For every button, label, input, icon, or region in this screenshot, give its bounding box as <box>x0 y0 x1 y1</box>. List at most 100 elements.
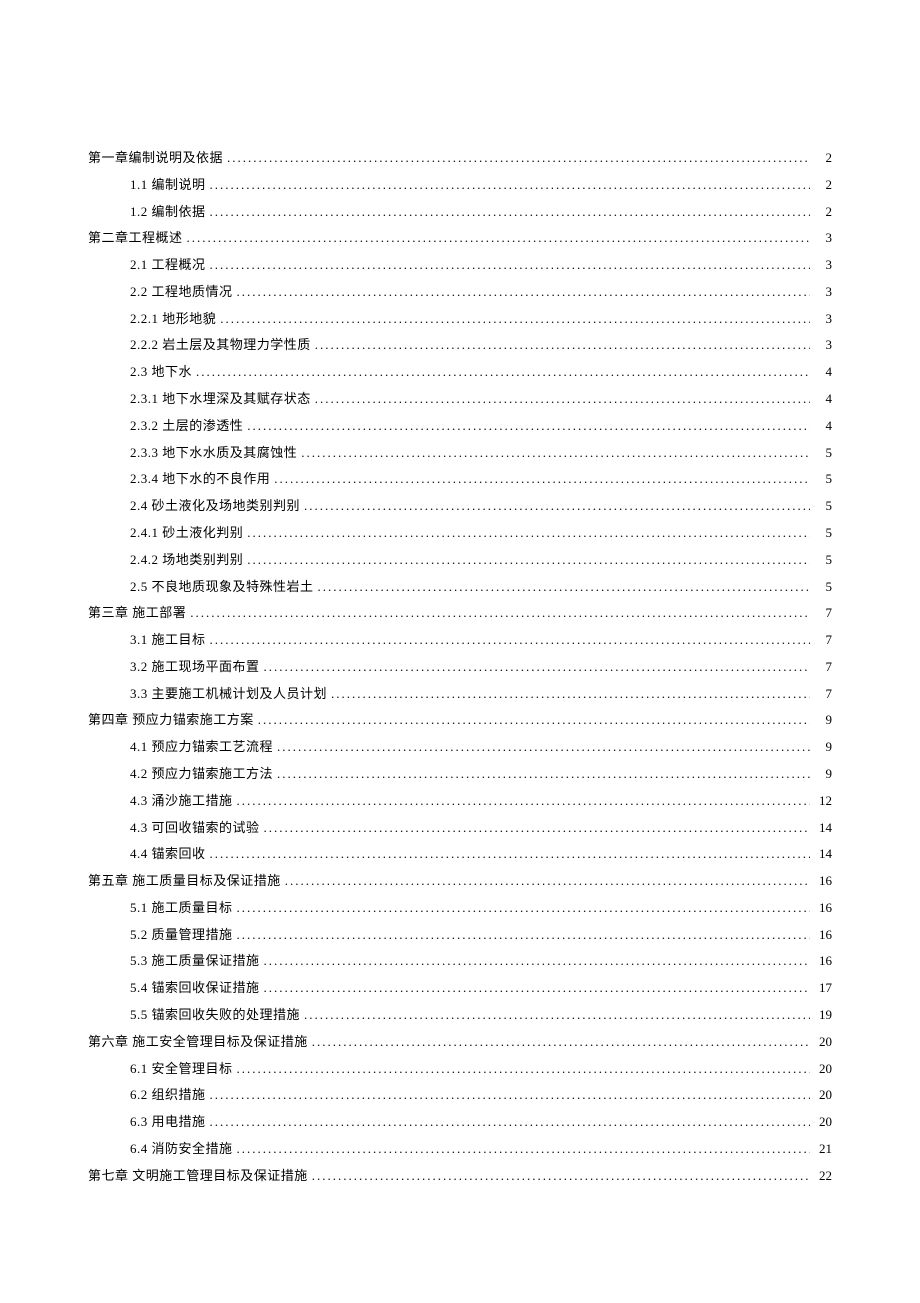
toc-entry-title: 2.4.2 场地类别判别 <box>130 552 243 568</box>
toc-leader-dots <box>237 900 810 916</box>
toc-entry: 5.4 锚索回收保证措施 17 <box>88 980 832 996</box>
toc-entry: 2.4.1 砂土液化判别 5 <box>88 525 832 541</box>
toc-entry-title: 1.2 编制依据 <box>130 204 206 220</box>
toc-leader-dots <box>210 846 810 862</box>
toc-entry-title: 5.4 锚索回收保证措施 <box>130 980 260 996</box>
toc-leader-dots <box>318 579 810 595</box>
toc-entry-title: 第三章 施工部署 <box>88 605 186 621</box>
toc-entry-title: 6.3 用电措施 <box>130 1114 206 1130</box>
toc-leader-dots <box>210 632 810 648</box>
toc-entry-page: 9 <box>814 766 832 782</box>
toc-entry-page: 16 <box>814 900 832 916</box>
toc-leader-dots <box>237 1061 810 1077</box>
toc-entry: 2.1 工程概况 3 <box>88 257 832 273</box>
toc-leader-dots <box>237 793 810 809</box>
toc-entry-page: 22 <box>814 1168 832 1184</box>
toc-entry-page: 17 <box>814 980 832 996</box>
toc-entry-page: 5 <box>814 498 832 514</box>
toc-entry-page: 3 <box>814 311 832 327</box>
toc-entry-page: 14 <box>814 846 832 862</box>
toc-entry-page: 5 <box>814 525 832 541</box>
toc-leader-dots <box>274 471 810 487</box>
toc-entry-page: 2 <box>814 177 832 193</box>
toc-entry-title: 5.2 质量管理措施 <box>130 927 233 943</box>
toc-entry: 第二章工程概述3 <box>88 230 832 246</box>
toc-entry: 4.3 涌沙施工措施12 <box>88 793 832 809</box>
toc-entry-title: 第七章 文明施工管理目标及保证措施 <box>88 1168 308 1184</box>
toc-entry: 5.2 质量管理措施 16 <box>88 927 832 943</box>
toc-entry-title: 3.1 施工目标 <box>130 632 206 648</box>
toc-entry-title: 6.1 安全管理目标 <box>130 1061 233 1077</box>
toc-entry-page: 16 <box>814 953 832 969</box>
toc-entry-title: 2.3.1 地下水埋深及其赋存状态 <box>130 391 311 407</box>
toc-entry-page: 7 <box>814 659 832 675</box>
toc-entry: 2.2.2 岩土层及其物理力学性质 3 <box>88 337 832 353</box>
toc-entry-title: 1.1 编制说明 <box>130 177 206 193</box>
toc-leader-dots <box>247 418 810 434</box>
toc-entry-title: 3.2 施工现场平面布置 <box>130 659 260 675</box>
toc-entry-page: 3 <box>814 257 832 273</box>
toc-leader-dots <box>312 1034 810 1050</box>
toc-entry: 第七章 文明施工管理目标及保证措施 22 <box>88 1168 832 1184</box>
toc-entry: 2.3.2 土层的渗透性 4 <box>88 418 832 434</box>
toc-entry: 6.3 用电措施20 <box>88 1114 832 1130</box>
toc-leader-dots <box>258 712 810 728</box>
toc-entry: 6.1 安全管理目标 20 <box>88 1061 832 1077</box>
toc-entry-title: 2.1 工程概况 <box>130 257 206 273</box>
toc-leader-dots <box>210 257 810 273</box>
toc-entry-page: 5 <box>814 579 832 595</box>
toc-entry-page: 3 <box>814 284 832 300</box>
toc-entry-title: 第六章 施工安全管理目标及保证措施 <box>88 1034 308 1050</box>
toc-leader-dots <box>277 766 810 782</box>
toc-leader-dots <box>210 1114 810 1130</box>
toc-entry-page: 9 <box>814 739 832 755</box>
table-of-contents: 第一章编制说明及依据 2 1.1 编制说明 2 1.2 编制依据2 第二章工程概述3 2.1… <box>88 150 832 1183</box>
toc-entry: 2.3 地下水4 <box>88 364 832 380</box>
toc-leader-dots <box>264 980 810 996</box>
toc-entry-page: 16 <box>814 927 832 943</box>
toc-entry-page: 19 <box>814 1007 832 1023</box>
toc-leader-dots <box>315 391 810 407</box>
toc-leader-dots <box>196 364 810 380</box>
toc-leader-dots <box>301 445 810 461</box>
toc-entry-title: 2.5 不良地质现象及特殊性岩土 <box>130 579 314 595</box>
toc-entry-page: 12 <box>814 793 832 809</box>
toc-leader-dots <box>210 177 810 193</box>
toc-entry: 2.4 砂土液化及场地类别判别5 <box>88 498 832 514</box>
toc-entry-page: 3 <box>814 230 832 246</box>
toc-entry-title: 第一章编制说明及依据 <box>88 150 223 166</box>
toc-entry: 1.2 编制依据2 <box>88 204 832 220</box>
toc-entry: 5.1 施工质量目标16 <box>88 900 832 916</box>
toc-entry-page: 3 <box>814 337 832 353</box>
toc-entry-page: 20 <box>814 1087 832 1103</box>
toc-entry-title: 2.2.2 岩土层及其物理力学性质 <box>130 337 311 353</box>
toc-entry-title: 5.3 施工质量保证措施 <box>130 953 260 969</box>
toc-entry-page: 4 <box>814 418 832 434</box>
toc-entry: 5.3 施工质量保证措施 16 <box>88 953 832 969</box>
toc-entry-title: 2.4.1 砂土液化判别 <box>130 525 243 541</box>
toc-entry-page: 2 <box>814 150 832 166</box>
toc-entry-title: 2.2 工程地质情况 <box>130 284 233 300</box>
toc-entry: 2.4.2 场地类别判别 5 <box>88 552 832 568</box>
toc-leader-dots <box>264 659 810 675</box>
toc-entry: 第三章 施工部署7 <box>88 605 832 621</box>
toc-entry-page: 5 <box>814 552 832 568</box>
toc-entry: 2.3.3 地下水水质及其腐蚀性5 <box>88 445 832 461</box>
toc-leader-dots <box>315 337 810 353</box>
toc-entry-title: 2.3.2 土层的渗透性 <box>130 418 243 434</box>
toc-leader-dots <box>237 1141 810 1157</box>
toc-leader-dots <box>247 552 810 568</box>
toc-entry-page: 4 <box>814 364 832 380</box>
toc-entry-page: 16 <box>814 873 832 889</box>
toc-entry: 第六章 施工安全管理目标及保证措施20 <box>88 1034 832 1050</box>
toc-leader-dots <box>210 1087 810 1103</box>
toc-entry-title: 2.3.4 地下水的不良作用 <box>130 471 270 487</box>
toc-entry-page: 5 <box>814 445 832 461</box>
toc-entry-title: 3.3 主要施工机械计划及人员计划 <box>130 686 327 702</box>
toc-entry-page: 20 <box>814 1061 832 1077</box>
toc-entry: 2.3.4 地下水的不良作用5 <box>88 471 832 487</box>
toc-entry: 2.5 不良地质现象及特殊性岩土 5 <box>88 579 832 595</box>
toc-entry-page: 7 <box>814 686 832 702</box>
toc-entry: 4.1 预应力锚索工艺流程9 <box>88 739 832 755</box>
toc-leader-dots <box>227 150 810 166</box>
